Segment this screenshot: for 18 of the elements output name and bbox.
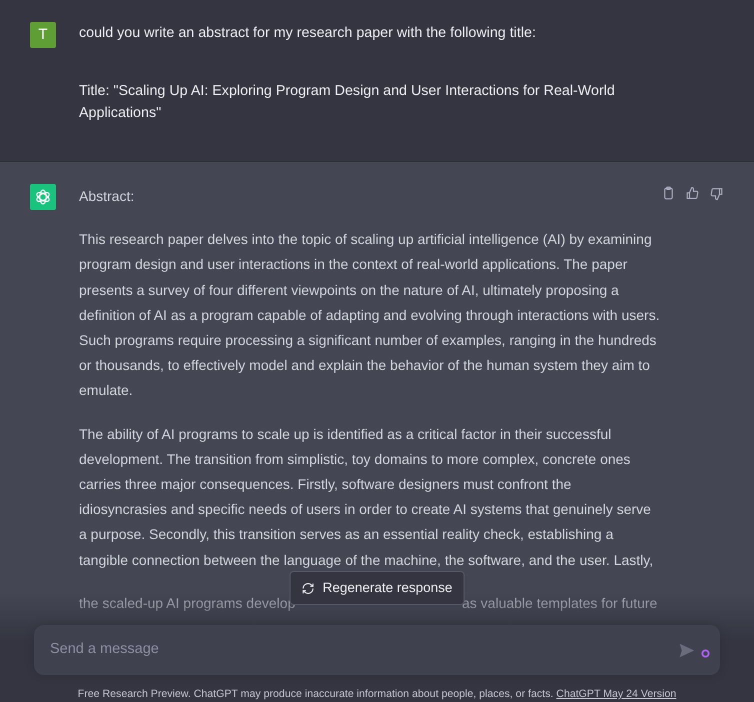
refresh-icon (302, 582, 315, 595)
assistant-logo-icon (30, 184, 56, 210)
copy-icon[interactable] (661, 186, 676, 201)
thumbs-down-icon[interactable] (709, 186, 724, 201)
message-text: Title: "Scaling Up AI: Exploring Program Design and User Interactions for Real-World Applications" (79, 82, 616, 123)
regenerate-button[interactable]: Regenerate response (290, 571, 464, 606)
message-text: The ability of AI programs to scale up is identified as a critical factor in their successful development. The transition from simplistic, toy domains to more complex, concrete ones carries three major consequences. Firstly, software designers must confront the idiosyncrasies and specific needs of users in order to create AI systems that genuinely serve a purpose. Secondly, this transition serves as an essential reality check, establishing a tangible connection between the language of the machine, the software, and the user. Lastly, (79, 424, 654, 570)
disclaimer-text: Free Research Preview. ChatGPT may produce inaccurate information about people, places, or facts. (78, 688, 554, 700)
message-field[interactable]: Send a message (48, 638, 678, 662)
version-link[interactable]: ChatGPT May 24 Version (556, 688, 676, 700)
message-text: as valuable templates for future (462, 594, 658, 613)
status-dot-icon (701, 648, 710, 658)
user-avatar: T (30, 22, 56, 48)
thumbs-up-icon[interactable] (685, 186, 700, 201)
message-text: could you write an abstract for my research paper with the following title: (79, 24, 537, 43)
message-text: This research paper delves into the topic of scaling up artificial intelligence (AI) by examining program design and user interactions in the context of real-world applications. The paper presents a survey of four different viewpoints on the nature of AI, ultimately proposing a definition of AI as a program capable of adapting and evolving through interactions with users. Such programs require processing a significant number of examples, ranging in the hundreds or thousands, to effectively model and explain the behavior of the human system they aim to emulate. (79, 230, 661, 400)
message-input[interactable]: Send a message (34, 625, 720, 675)
message-heading: Abstract: (79, 187, 134, 206)
